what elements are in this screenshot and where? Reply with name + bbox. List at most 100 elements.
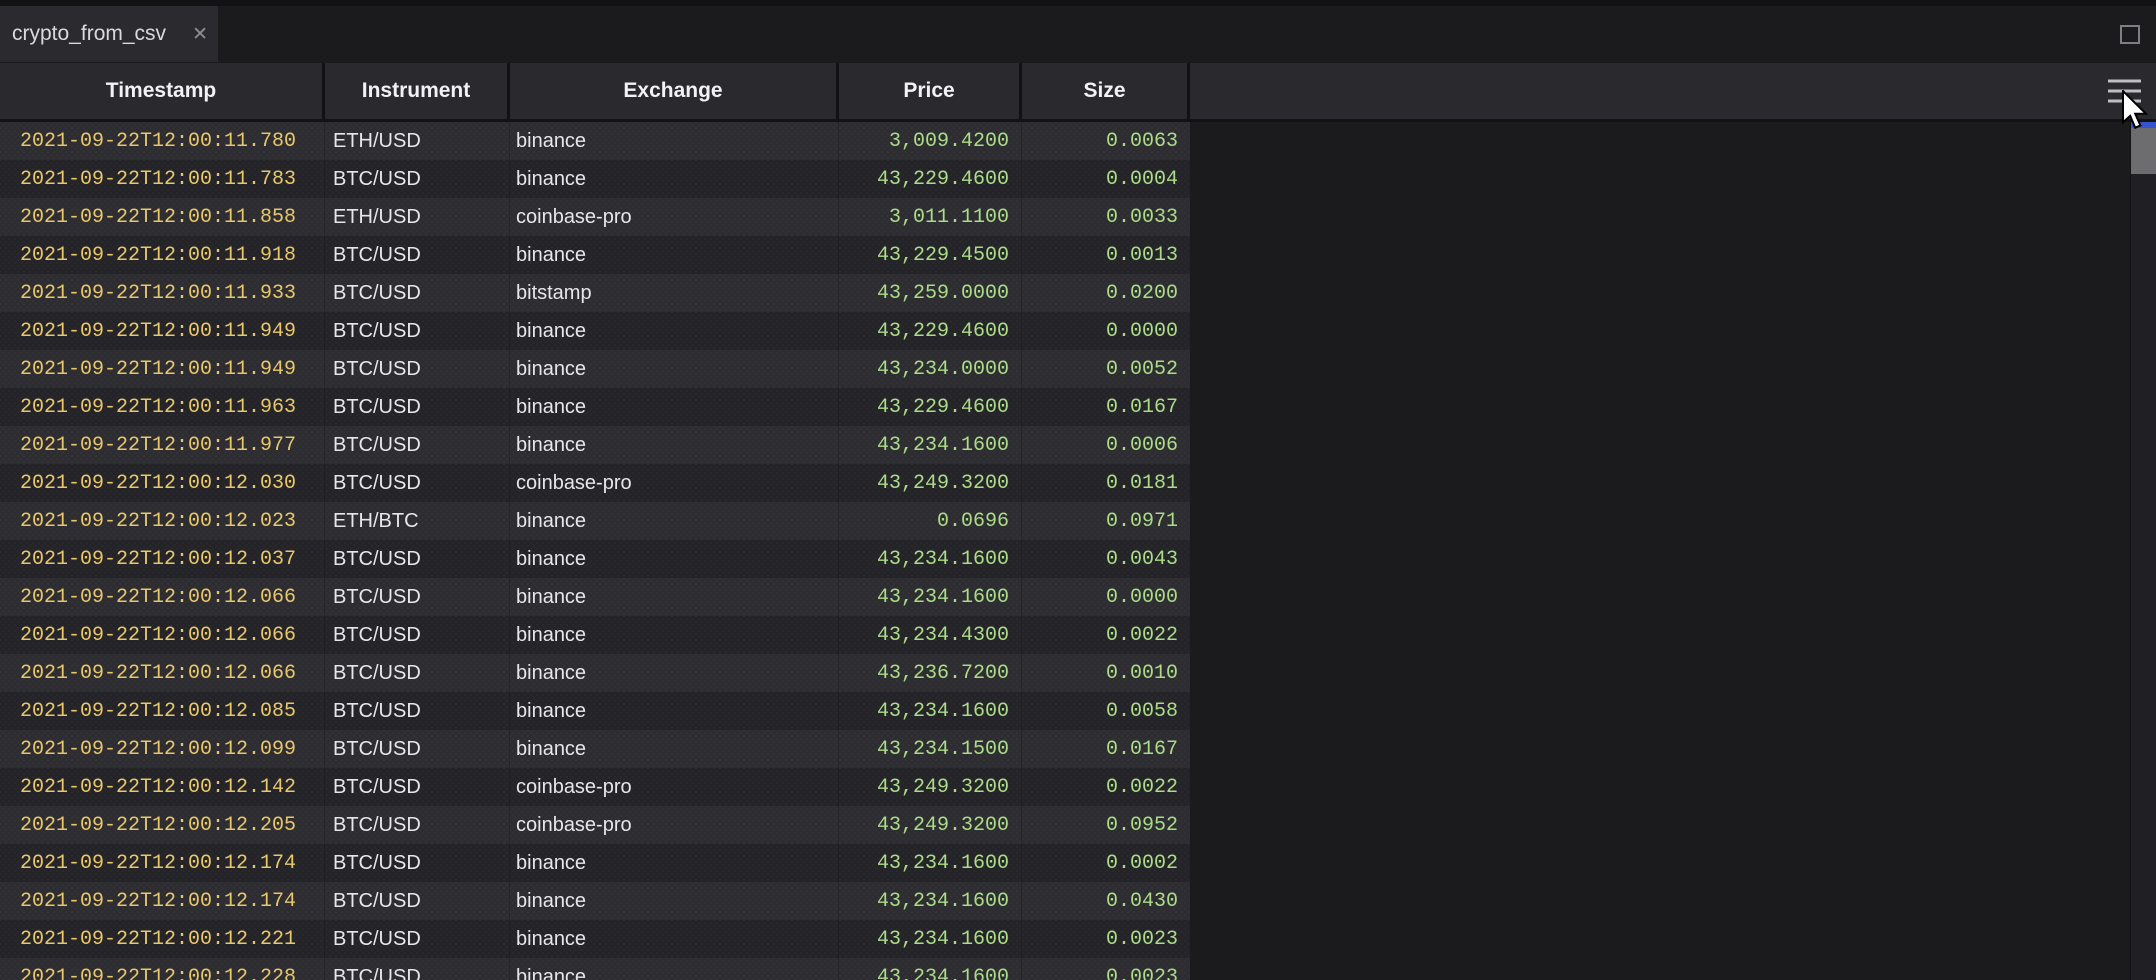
cell-exchange: binance <box>510 388 839 426</box>
data-grid: 2021-09-22T12:00:11.780ETH/USDbinance3,0… <box>0 122 1190 980</box>
table-row[interactable]: 2021-09-22T12:00:11.963BTC/USDbinance43,… <box>0 388 1190 426</box>
column-header-price[interactable]: Price <box>839 63 1022 119</box>
table-row[interactable]: 2021-09-22T12:00:12.142BTC/USDcoinbase-p… <box>0 768 1190 806</box>
hamburger-line <box>2108 100 2141 103</box>
table-row[interactable]: 2021-09-22T12:00:11.977BTC/USDbinance43,… <box>0 426 1190 464</box>
cell-size: 0.0058 <box>1022 692 1190 730</box>
scrollbar-thumb[interactable] <box>2131 128 2156 174</box>
cell-price: 43,234.1600 <box>839 920 1022 958</box>
table-row[interactable]: 2021-09-22T12:00:11.918BTC/USDbinance43,… <box>0 236 1190 274</box>
empty-workspace-area <box>1190 122 2156 980</box>
cell-size: 0.0200 <box>1022 274 1190 312</box>
tab-close-icon[interactable]: ✕ <box>192 25 208 44</box>
cell-instrument: BTC/USD <box>325 274 510 312</box>
cell-price: 43,234.1600 <box>839 882 1022 920</box>
cell-timestamp: 2021-09-22T12:00:11.858 <box>0 198 325 236</box>
table-row[interactable]: 2021-09-22T12:00:11.949BTC/USDbinance43,… <box>0 312 1190 350</box>
cell-instrument: BTC/USD <box>325 388 510 426</box>
table-row[interactable]: 2021-09-22T12:00:12.174BTC/USDbinance43,… <box>0 882 1190 920</box>
cell-exchange: binance <box>510 616 839 654</box>
cell-size: 0.0043 <box>1022 540 1190 578</box>
cell-exchange: binance <box>510 540 839 578</box>
cell-timestamp: 2021-09-22T12:00:12.085 <box>0 692 325 730</box>
table-row[interactable]: 2021-09-22T12:00:12.205BTC/USDcoinbase-p… <box>0 806 1190 844</box>
tab-crypto-from-csv[interactable]: crypto_from_csv ✕ <box>0 6 218 62</box>
cell-instrument: BTC/USD <box>325 464 510 502</box>
cell-price: 43,229.4500 <box>839 236 1022 274</box>
table-row[interactable]: 2021-09-22T12:00:12.174BTC/USDbinance43,… <box>0 844 1190 882</box>
table-row[interactable]: 2021-09-22T12:00:11.933BTC/USDbitstamp43… <box>0 274 1190 312</box>
cell-instrument: BTC/USD <box>325 578 510 616</box>
table-row[interactable]: 2021-09-22T12:00:12.099BTC/USDbinance43,… <box>0 730 1190 768</box>
table-row[interactable]: 2021-09-22T12:00:12.085BTC/USDbinance43,… <box>0 692 1190 730</box>
cell-exchange: binance <box>510 236 839 274</box>
cell-timestamp: 2021-09-22T12:00:11.783 <box>0 160 325 198</box>
column-header-timestamp[interactable]: Timestamp <box>0 63 325 119</box>
cell-size: 0.0006 <box>1022 426 1190 464</box>
cell-price: 3,009.4200 <box>839 122 1022 160</box>
table-row[interactable]: 2021-09-22T12:00:11.949BTC/USDbinance43,… <box>0 350 1190 388</box>
cell-instrument: ETH/USD <box>325 198 510 236</box>
cell-instrument: BTC/USD <box>325 844 510 882</box>
table-row[interactable]: 2021-09-22T12:00:12.066BTC/USDbinance43,… <box>0 654 1190 692</box>
vertical-scrollbar[interactable] <box>2130 122 2156 980</box>
cell-size: 0.0033 <box>1022 198 1190 236</box>
cell-exchange: coinbase-pro <box>510 806 839 844</box>
cell-price: 43,234.1600 <box>839 540 1022 578</box>
table-row[interactable]: 2021-09-22T12:00:12.023ETH/BTCbinance0.0… <box>0 502 1190 540</box>
cell-exchange: coinbase-pro <box>510 464 839 502</box>
cell-exchange: binance <box>510 958 839 980</box>
table-row[interactable]: 2021-09-22T12:00:12.066BTC/USDbinance43,… <box>0 616 1190 654</box>
cell-price: 43,249.3200 <box>839 768 1022 806</box>
cell-size: 0.0022 <box>1022 768 1190 806</box>
cell-instrument: BTC/USD <box>325 730 510 768</box>
column-header-instrument[interactable]: Instrument <box>325 63 510 119</box>
hamburger-menu-icon[interactable] <box>2108 80 2141 103</box>
cell-size: 0.0004 <box>1022 160 1190 198</box>
cell-instrument: BTC/USD <box>325 350 510 388</box>
cell-instrument: BTC/USD <box>325 958 510 980</box>
cell-exchange: binance <box>510 920 839 958</box>
cell-price: 3,011.1100 <box>839 198 1022 236</box>
column-header-size[interactable]: Size <box>1022 63 1190 119</box>
cell-size: 0.0052 <box>1022 350 1190 388</box>
cell-exchange: bitstamp <box>510 274 839 312</box>
cell-timestamp: 2021-09-22T12:00:12.066 <box>0 654 325 692</box>
table-row[interactable]: 2021-09-22T12:00:11.858ETH/USDcoinbase-p… <box>0 198 1190 236</box>
cell-exchange: binance <box>510 844 839 882</box>
cell-price: 43,234.1500 <box>839 730 1022 768</box>
table-row[interactable]: 2021-09-22T12:00:12.037BTC/USDbinance43,… <box>0 540 1190 578</box>
cell-timestamp: 2021-09-22T12:00:12.037 <box>0 540 325 578</box>
table-row[interactable]: 2021-09-22T12:00:12.066BTC/USDbinance43,… <box>0 578 1190 616</box>
table-row[interactable]: 2021-09-22T12:00:12.030BTC/USDcoinbase-p… <box>0 464 1190 502</box>
cell-instrument: BTC/USD <box>325 806 510 844</box>
hamburger-line <box>2108 80 2141 83</box>
panel-square-icon[interactable] <box>2120 25 2140 44</box>
table-row[interactable]: 2021-09-22T12:00:11.783BTC/USDbinance43,… <box>0 160 1190 198</box>
table-row[interactable]: 2021-09-22T12:00:11.780ETH/USDbinance3,0… <box>0 122 1190 160</box>
cell-instrument: BTC/USD <box>325 312 510 350</box>
cell-price: 43,234.1600 <box>839 692 1022 730</box>
table-row[interactable]: 2021-09-22T12:00:12.228BTC/USDbinance43,… <box>0 958 1190 980</box>
cell-price: 43,234.1600 <box>839 958 1022 980</box>
cell-timestamp: 2021-09-22T12:00:12.174 <box>0 844 325 882</box>
cell-timestamp: 2021-09-22T12:00:12.023 <box>0 502 325 540</box>
cell-exchange: binance <box>510 122 839 160</box>
cell-timestamp: 2021-09-22T12:00:12.221 <box>0 920 325 958</box>
cell-instrument: BTC/USD <box>325 236 510 274</box>
cell-price: 0.0696 <box>839 502 1022 540</box>
cell-size: 0.0971 <box>1022 502 1190 540</box>
cell-size: 0.0002 <box>1022 844 1190 882</box>
cell-price: 43,229.4600 <box>839 388 1022 426</box>
column-header-exchange[interactable]: Exchange <box>510 63 839 119</box>
tab-label: crypto_from_csv <box>12 22 166 46</box>
tab-bar: crypto_from_csv ✕ <box>0 6 2156 62</box>
cell-timestamp: 2021-09-22T12:00:12.228 <box>0 958 325 980</box>
cell-timestamp: 2021-09-22T12:00:12.066 <box>0 616 325 654</box>
cell-instrument: ETH/USD <box>325 122 510 160</box>
app-window: crypto_from_csv ✕ Timestamp Instrument E… <box>0 0 2156 980</box>
cell-price: 43,249.3200 <box>839 464 1022 502</box>
cell-instrument: BTC/USD <box>325 426 510 464</box>
table-row[interactable]: 2021-09-22T12:00:12.221BTC/USDbinance43,… <box>0 920 1190 958</box>
table-header: Timestamp Instrument Exchange Price Size <box>0 62 2156 122</box>
